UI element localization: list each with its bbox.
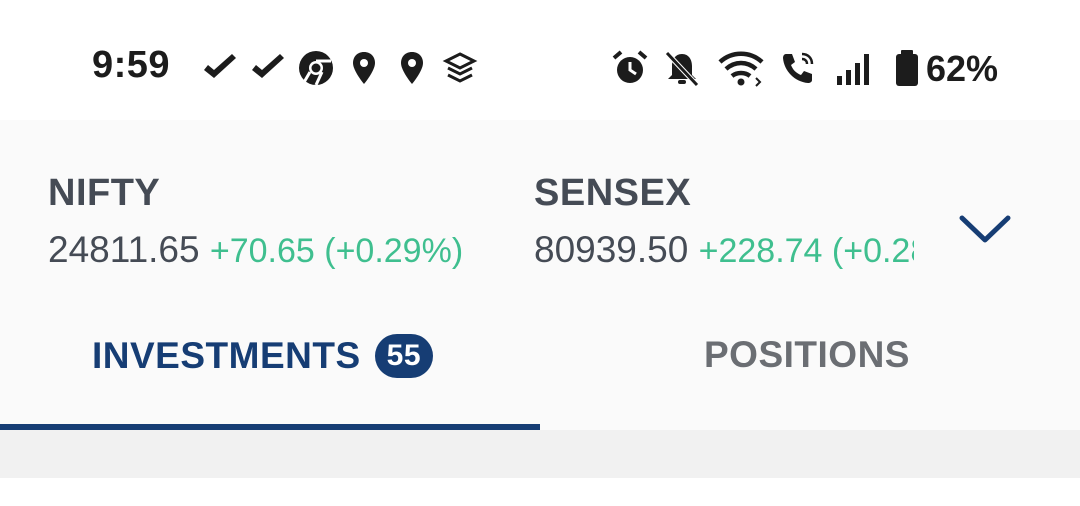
- index-sensex[interactable]: SENSEX 80939.50 +228.74 (+0.28%): [534, 172, 914, 271]
- tab-investments[interactable]: INVESTMENTS 55: [92, 334, 434, 378]
- status-time: 9:59: [92, 44, 171, 86]
- wifi-icon: [718, 51, 764, 87]
- battery-percent: 62%: [926, 48, 999, 89]
- market-header: NIFTY 24811.65 +70.65 (+0.29%) SENSEX 80…: [0, 120, 1080, 430]
- index-value: 80939.50: [534, 229, 689, 270]
- index-value: 24811.65: [48, 229, 200, 270]
- bell-off-icon: [665, 51, 699, 87]
- index-name: NIFTY: [48, 172, 161, 214]
- battery-icon: [896, 50, 918, 86]
- layers-icon: [442, 52, 478, 83]
- wifi-call-icon: [783, 52, 814, 83]
- index-change: +228.74 (+0.28%): [698, 232, 914, 270]
- signal-icon: [837, 54, 869, 85]
- tab-positions-label: POSITIONS: [704, 334, 910, 375]
- tab-positions[interactable]: POSITIONS: [704, 334, 910, 376]
- alarm-icon: [612, 50, 648, 83]
- location-pin-icon: [353, 52, 375, 84]
- tab-investments-label: INVESTMENTS: [92, 335, 361, 376]
- section-divider: [0, 430, 1080, 478]
- chrome-icon: [299, 51, 333, 86]
- chevron-down-icon[interactable]: [958, 212, 1012, 248]
- check-icon: [204, 54, 236, 78]
- index-name: SENSEX: [534, 172, 692, 214]
- index-change: +70.65 (+0.29%): [209, 232, 464, 270]
- index-nifty[interactable]: NIFTY 24811.65 +70.65 (+0.29%): [48, 172, 463, 271]
- status-bar: 9:59 62%: [0, 0, 1080, 120]
- location-pin-icon: [401, 52, 423, 84]
- check-icon: [252, 54, 284, 78]
- investments-count-badge: 55: [374, 334, 434, 378]
